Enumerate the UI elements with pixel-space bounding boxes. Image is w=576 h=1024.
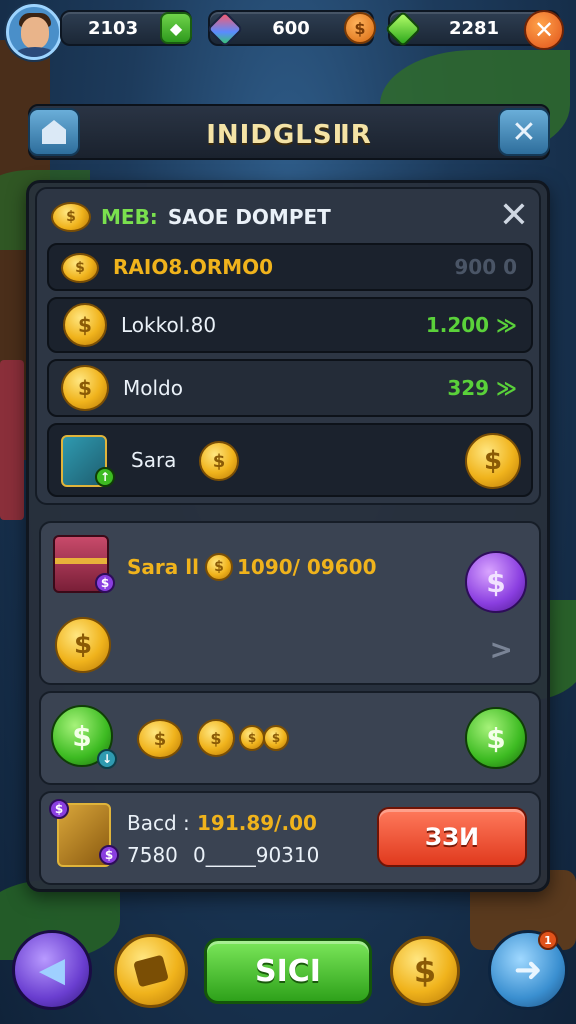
exchange-section: $ ↓ $ $ $ $ $ — [39, 691, 541, 785]
wallet-row-value: 900 0 — [454, 255, 517, 279]
arrow-right-icon: ➜ — [513, 950, 543, 990]
wallet-section: $ MEB: SAOE DOMPET ✕ $ RAIO8.ORMO0 900 0… — [35, 187, 541, 505]
amount-b: 0_____90310 — [193, 843, 320, 867]
coins-value: 2281 — [448, 17, 500, 39]
top-hud: 2103 ◆ 600 $ 2281 ✕ — [0, 4, 576, 60]
chevron-right-icon[interactable]: > — [490, 633, 513, 666]
close-icon: ✕ — [533, 16, 555, 44]
title-bar: INIDGLSⅡR ✕ — [28, 104, 550, 160]
coin-icon: $ — [199, 441, 239, 481]
arrow-icon: ◆ — [169, 18, 183, 38]
wallet-row[interactable]: $ RAIO8.ORMO0 900 0 — [47, 243, 533, 291]
green-coin-button[interactable]: $ — [465, 707, 527, 769]
add-level-button[interactable]: ◆ — [160, 12, 192, 44]
wallet-row-value: 1.200 ≫ — [425, 313, 517, 337]
coin-menu-button[interactable] — [114, 934, 188, 1008]
shop-coin-button[interactable]: $ — [390, 936, 460, 1006]
badge-icon: $ — [95, 573, 115, 593]
close-wallet-icon[interactable]: ✕ — [499, 195, 529, 236]
badge-icon: $ — [99, 845, 119, 865]
coin-icon: $ — [61, 365, 109, 411]
wallet-panel: $ MEB: SAOE DOMPET ✕ $ RAIO8.ORMO0 900 0… — [26, 180, 550, 892]
reward-section: $ Sara ll $ 1090/ 09600 $ $ > — [39, 521, 541, 685]
main-action-button[interactable]: SICI — [204, 938, 372, 1004]
coin-icon: $ — [205, 553, 233, 581]
wallet-row-value: 329 ≫ — [447, 376, 517, 400]
close-hud-button[interactable]: ✕ — [524, 10, 564, 50]
wallet-row[interactable]: $ Moldo 329 ≫ — [47, 359, 533, 417]
back-button[interactable]: ◀ — [12, 930, 92, 1010]
player-avatar[interactable] — [6, 4, 62, 60]
notification-badge: 1 — [538, 930, 558, 950]
page-title: INIDGLSⅡR — [206, 120, 372, 150]
badge-icon: $ — [49, 799, 69, 819]
coin-icon: $ — [197, 719, 235, 757]
badge-icon: ↑ — [95, 467, 115, 487]
level-value: 2103 — [88, 17, 139, 39]
close-button[interactable]: ✕ — [498, 108, 550, 156]
coin-icon: $ — [137, 719, 183, 759]
close-icon: ✕ — [511, 114, 537, 150]
arrow-left-icon: ◀ — [38, 950, 66, 990]
red-action-button[interactable]: ЗЗИ — [377, 807, 527, 867]
coin-stack-icon: $ — [51, 202, 91, 232]
back-value: 191.89/.00 — [197, 811, 317, 835]
wallet-row-label: RAIO8.ORMO0 — [113, 255, 274, 279]
wallet-header-title: SAOE DOMPET — [167, 205, 331, 229]
gems-value: 600 — [272, 17, 310, 39]
coin-icon: $ — [55, 617, 111, 673]
coin-icon: $ — [63, 303, 107, 347]
purple-coin-button[interactable]: $ — [465, 551, 527, 613]
add-gems-button[interactable]: $ — [344, 12, 376, 44]
sara-label: Sara — [131, 448, 177, 472]
balance-section: $ $ Bacd : 191.89/.00 7580 0_____90310 З… — [39, 791, 541, 885]
coin-icon: $ — [239, 725, 265, 751]
wallet-header: $ MEB: SAOE DOMPET — [51, 199, 331, 235]
amount-a: 7580 — [127, 843, 178, 867]
coin-icon: $ — [61, 253, 99, 283]
coin-icon: $ — [263, 725, 289, 751]
wallet-row-label: Moldo — [123, 376, 183, 400]
ticket-icon — [133, 954, 169, 988]
back-label: Bacd : — [127, 811, 190, 835]
sara-line-value: 1090/ 09600 — [237, 555, 377, 579]
wallet-row-label: Lokkol.80 — [121, 313, 217, 337]
sara-line-label: Sara ll — [127, 555, 199, 579]
badge-icon: ↓ — [97, 749, 117, 769]
wallet-row[interactable]: $ Lokkol.80 1.200 ≫ — [47, 297, 533, 353]
wallet-header-prefix: MEB: — [101, 205, 158, 229]
notification-count: 1 — [544, 933, 552, 947]
bottom-bar: ◀ SICI $ ➜ 1 — [0, 926, 576, 1024]
big-coin-button[interactable]: $ — [465, 433, 521, 489]
coin-icon: $ — [354, 18, 366, 38]
sara-row[interactable]: ↑ Sara $ $ — [47, 423, 533, 497]
